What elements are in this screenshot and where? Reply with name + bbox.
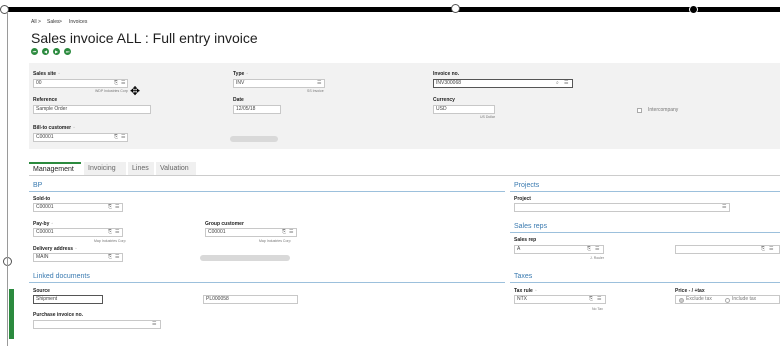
previous-record-icon[interactable]: ◀ bbox=[42, 48, 49, 55]
delivery-address-label: Delivery address ◦ bbox=[33, 246, 77, 252]
reference-label: Reference bbox=[33, 97, 58, 103]
tab-divider bbox=[29, 175, 780, 176]
project-label: Project bbox=[514, 196, 531, 202]
last-record-icon[interactable]: ⏭ bbox=[64, 48, 71, 55]
next-record-icon[interactable]: ▶ bbox=[53, 48, 60, 55]
section-divider bbox=[29, 191, 505, 192]
breadcrumb-sales[interactable]: Sales bbox=[47, 19, 60, 25]
pay-by-description: Map Industries Corp bbox=[94, 239, 126, 243]
price-tax-label: Price - / +tax bbox=[675, 288, 705, 294]
window-control-icon[interactable] bbox=[689, 5, 698, 14]
tab-invoicing[interactable]: Invoicing bbox=[84, 162, 126, 175]
menu-icon[interactable]: ☰ bbox=[597, 295, 601, 304]
tab-valuation[interactable]: Valuation bbox=[156, 162, 196, 175]
sold-to-label: Sold-to bbox=[33, 196, 51, 202]
lookup-icon[interactable]: ⎘ bbox=[114, 133, 118, 142]
mouse-cursor-icon: ✥ bbox=[130, 84, 141, 98]
exclude-tax-label: Exclude tax bbox=[686, 296, 712, 302]
breadcrumb-invoices[interactable]: Invoices bbox=[69, 19, 87, 25]
lookup-icon[interactable]: ⎘ bbox=[761, 245, 765, 254]
page-title: Sales invoice ALL : Full entry invoice bbox=[31, 30, 258, 46]
menu-icon[interactable]: ☰ bbox=[115, 253, 119, 262]
menu-icon[interactable]: ☰ bbox=[115, 228, 119, 237]
section-taxes-title: Taxes bbox=[514, 273, 533, 280]
lookup-icon[interactable]: ⎘ bbox=[108, 203, 112, 212]
first-record-icon[interactable]: ⏮ bbox=[31, 48, 38, 55]
include-tax-label: Include tax bbox=[732, 296, 757, 302]
lookup-icon[interactable]: ⎘ bbox=[108, 253, 112, 262]
project-field[interactable] bbox=[514, 203, 730, 212]
intercompany-label: Intercompany bbox=[648, 107, 679, 113]
purchase-invoice-field[interactable] bbox=[33, 320, 161, 329]
breadcrumb-all[interactable]: All bbox=[31, 19, 37, 25]
invoice-no-field[interactable]: INV300068 bbox=[433, 79, 573, 88]
breadcrumb-separator: > bbox=[59, 19, 62, 25]
sales-site-label: Sales site ◦ bbox=[33, 71, 60, 77]
menu-icon[interactable]: ☰ bbox=[115, 203, 119, 212]
pay-by-label: Pay-by ◦ bbox=[33, 221, 54, 227]
currency-label: Currency bbox=[433, 97, 455, 103]
menu-icon[interactable]: ☰ bbox=[289, 228, 293, 237]
tax-rule-label: Tax rule ◦ bbox=[514, 288, 537, 294]
section-projects-title: Projects bbox=[514, 182, 540, 189]
section-divider bbox=[510, 282, 780, 283]
lookup-icon[interactable]: ⎘ bbox=[282, 228, 286, 237]
lookup-icon[interactable]: ⎘ bbox=[114, 79, 118, 88]
redacted-text bbox=[200, 255, 290, 261]
tax-rule-description: No Tax bbox=[592, 307, 603, 311]
search-icon[interactable]: ⌕ bbox=[556, 79, 559, 88]
group-customer-description: Map Industries Corp bbox=[259, 239, 291, 243]
menu-icon[interactable]: ☰ bbox=[152, 320, 156, 329]
section-bp-title: BP bbox=[33, 182, 43, 189]
menu-icon[interactable]: ☰ bbox=[564, 79, 568, 88]
breadcrumb-separator: > bbox=[38, 19, 41, 25]
menu-icon[interactable]: ☰ bbox=[121, 79, 125, 88]
menu-icon[interactable]: ☰ bbox=[595, 245, 599, 254]
sales-rep-description: J. Rouler bbox=[590, 256, 605, 260]
exclude-tax-radio[interactable] bbox=[679, 298, 684, 303]
date-label: Date bbox=[233, 97, 244, 103]
menu-icon[interactable]: ☰ bbox=[121, 133, 125, 142]
section-divider bbox=[510, 232, 780, 233]
menu-icon[interactable]: ☰ bbox=[722, 203, 726, 212]
section-linked-documents-title: Linked documents bbox=[33, 273, 90, 280]
type-label: Type ◦ bbox=[233, 71, 249, 77]
intercompany-checkbox[interactable] bbox=[637, 108, 642, 113]
menu-icon[interactable]: ☰ bbox=[769, 245, 773, 254]
section-sales-reps-title: Sales reps bbox=[514, 223, 548, 230]
side-panel-toggle[interactable] bbox=[9, 289, 14, 339]
group-customer-label: Group customer bbox=[205, 221, 244, 227]
type-description: SS Invoice bbox=[307, 89, 324, 93]
source-document-field[interactable]: PL000058 bbox=[203, 295, 298, 304]
bill-to-label: Bill-to customer ◦ bbox=[33, 125, 75, 131]
date-field[interactable]: 12/05/18 bbox=[233, 105, 281, 114]
currency-field[interactable]: USD bbox=[433, 105, 495, 114]
include-tax-radio[interactable] bbox=[725, 298, 730, 303]
window-frame-bar bbox=[7, 7, 780, 12]
lookup-icon[interactable]: ⎘ bbox=[108, 228, 112, 237]
sales-site-description: WDP Industries Corp bbox=[95, 89, 128, 93]
type-field[interactable]: INV bbox=[233, 79, 325, 88]
invoice-no-label: Invoice no. bbox=[433, 71, 460, 77]
lookup-icon[interactable]: ⎘ bbox=[589, 295, 593, 304]
resize-handle-top-center[interactable] bbox=[451, 4, 460, 13]
source-label: Source bbox=[33, 288, 50, 294]
lookup-icon[interactable]: ⎘ bbox=[587, 245, 591, 254]
reference-field[interactable]: Sample Order bbox=[33, 105, 151, 114]
purchase-invoice-label: Purchase invoice no. bbox=[33, 312, 84, 318]
menu-icon[interactable]: ☰ bbox=[317, 79, 321, 88]
sales-rep-label: Sales rep bbox=[514, 237, 537, 243]
section-divider bbox=[510, 191, 780, 192]
tab-management[interactable]: Management bbox=[29, 162, 81, 175]
section-divider bbox=[29, 282, 505, 283]
source-field[interactable]: Shipment bbox=[33, 295, 103, 304]
redacted-text bbox=[230, 136, 278, 142]
window-left-edge bbox=[7, 12, 8, 346]
tab-lines[interactable]: Lines bbox=[128, 162, 154, 175]
currency-description: US Dollar bbox=[480, 115, 495, 119]
